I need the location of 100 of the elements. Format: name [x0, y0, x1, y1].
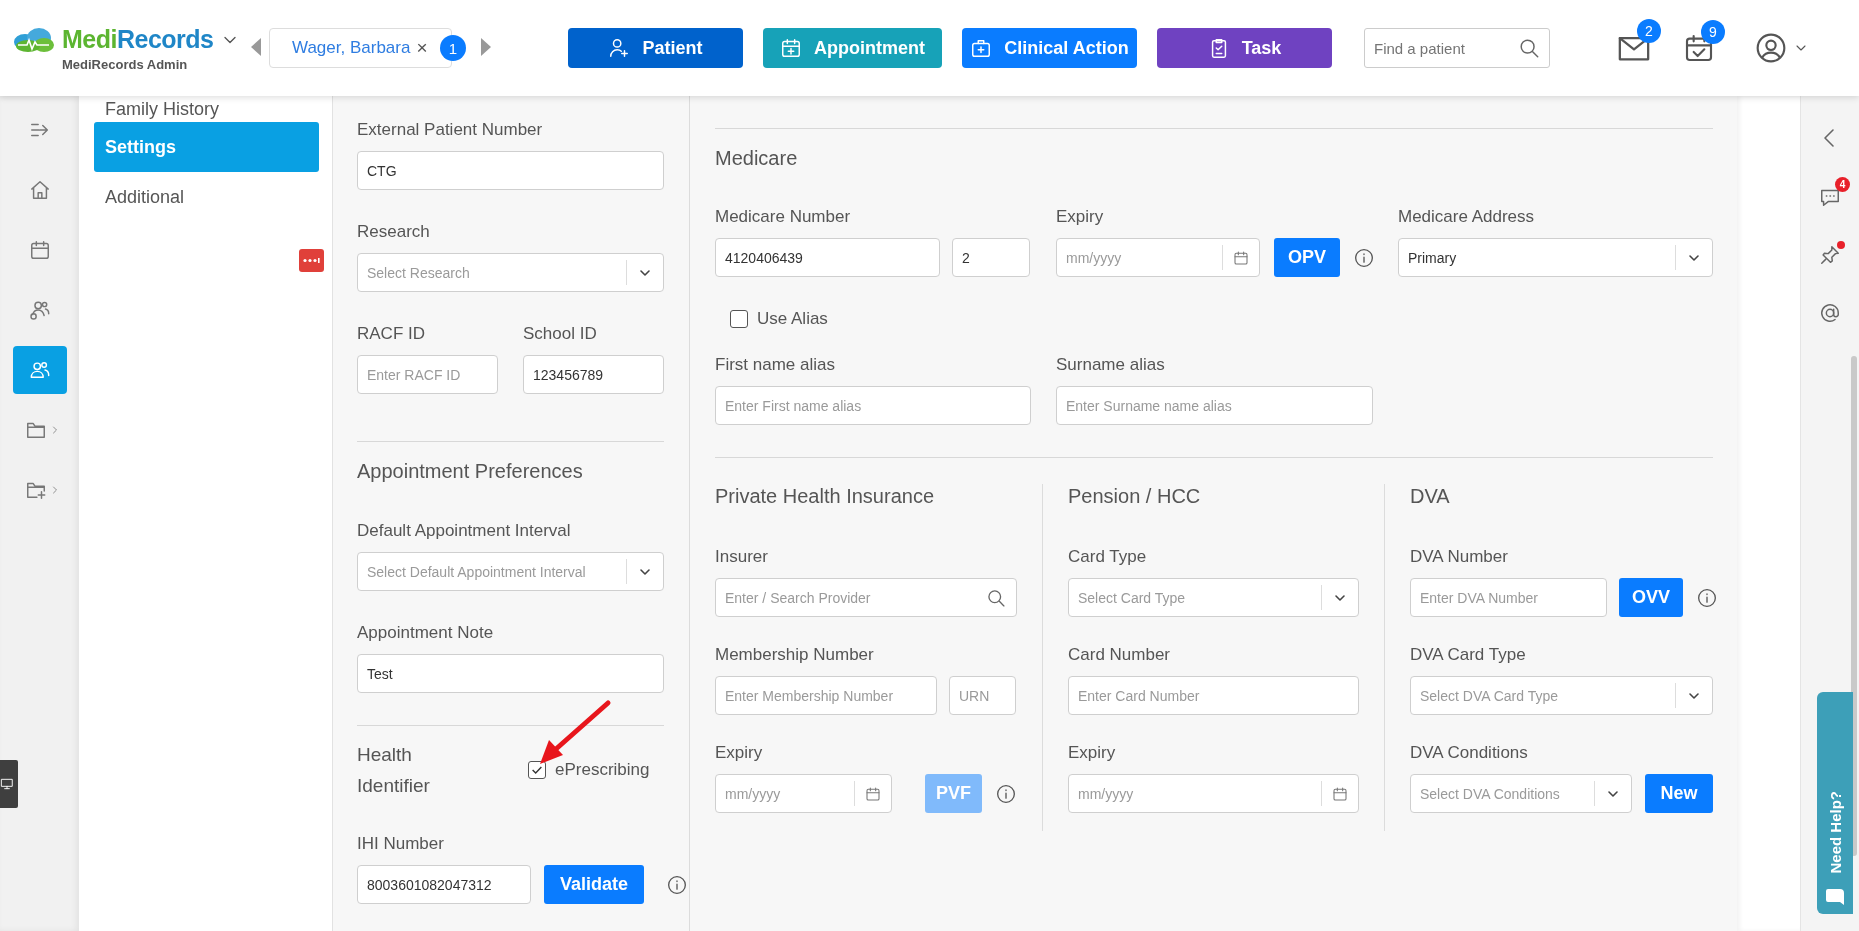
- select-field[interactable]: Select Research: [357, 253, 664, 292]
- field-label: DVA Number: [1410, 546, 1509, 568]
- field-label: DVA Card Type: [1410, 644, 1527, 666]
- mention-button[interactable]: [1819, 302, 1841, 324]
- info-icon[interactable]: [1697, 587, 1717, 608]
- field-label: Appointment Note: [357, 622, 495, 644]
- screen-button[interactable]: [0, 760, 18, 808]
- input-field[interactable]: Enter DVA Number: [1410, 578, 1607, 617]
- input-field[interactable]: Enter Card Number: [1068, 676, 1359, 715]
- info-icon[interactable]: [1354, 247, 1374, 268]
- home-icon: [29, 179, 51, 201]
- date-field[interactable]: mm/yyyy: [715, 774, 892, 813]
- section-heading: DVA: [1410, 484, 1451, 508]
- people-icon: [29, 359, 51, 381]
- field-label: IHI Number: [357, 833, 445, 855]
- field-label: Expiry: [1068, 742, 1117, 764]
- brand-subtitle: MediRecords Admin: [62, 56, 189, 72]
- sidebar-item[interactable]: [13, 346, 67, 394]
- input-field[interactable]: CTG: [357, 151, 664, 190]
- input-field[interactable]: URN: [949, 676, 1016, 715]
- select-field[interactable]: Select Card Type: [1068, 578, 1359, 617]
- field-label: Medicare Number: [715, 206, 852, 228]
- checkbox[interactable]: [528, 761, 546, 779]
- calendar-plus-icon: [780, 37, 802, 59]
- checkbox[interactable]: [730, 310, 748, 328]
- calendar-button[interactable]: 9: [1683, 20, 1725, 64]
- nav-item[interactable]: Additional: [94, 172, 319, 222]
- more-button[interactable]: [299, 249, 324, 272]
- action-button[interactable]: Clinical Action: [962, 28, 1137, 68]
- medical-kit-icon: [970, 37, 993, 59]
- search-field[interactable]: Enter / Search Provider: [715, 578, 1017, 617]
- search-field[interactable]: Find a patient: [1364, 28, 1550, 68]
- field-label: Insurer: [715, 546, 769, 568]
- input-field[interactable]: 4120406439: [715, 238, 940, 277]
- section-heading: Private Health Insurance: [715, 484, 935, 508]
- mail-button[interactable]: 2: [1617, 19, 1661, 65]
- input-field[interactable]: 8003601082047312: [357, 865, 531, 904]
- checkbox-label: Use Alias: [757, 309, 828, 329]
- section-heading: Medicare: [715, 146, 799, 170]
- calendar-icon: [29, 239, 51, 261]
- field-label: School ID: [523, 323, 598, 345]
- date-field[interactable]: mm/yyyy: [1068, 774, 1359, 813]
- field-label: Research: [357, 221, 431, 243]
- verify-button[interactable]: OVV: [1619, 578, 1683, 617]
- user-icon: [1755, 32, 1787, 64]
- select-field[interactable]: Select Default Appointment Interval: [357, 552, 664, 591]
- brand-name: MediRecords: [62, 25, 214, 54]
- action-button[interactable]: Task: [1157, 28, 1332, 68]
- info-icon[interactable]: [667, 874, 687, 895]
- section-heading: Appointment Preferences: [357, 459, 584, 483]
- section-heading: Health Identifier: [357, 743, 431, 798]
- count-badge: 2: [1637, 19, 1661, 43]
- calendar-icon: [865, 785, 881, 802]
- field-label: DVA Conditions: [1410, 742, 1529, 764]
- pin-icon: [1819, 244, 1841, 266]
- count-badge: 1: [440, 35, 466, 61]
- field-label: First name alias: [715, 354, 836, 376]
- calendar-icon: [1332, 785, 1348, 802]
- chat-bubble-icon: [1825, 888, 1845, 906]
- validate-button[interactable]: Validate: [544, 865, 644, 904]
- input-field[interactable]: 123456789: [523, 355, 664, 394]
- action-button[interactable]: Patient: [568, 28, 743, 68]
- field-label: Surname alias: [1056, 354, 1166, 376]
- select-field[interactable]: Select DVA Card Type: [1410, 676, 1713, 715]
- input-field[interactable]: Enter Membership Number: [715, 676, 937, 715]
- close-button[interactable]: ×: [416, 37, 428, 59]
- patient-name: Wager, Barbara: [292, 38, 411, 58]
- input-field[interactable]: Test: [357, 654, 664, 693]
- input-field[interactable]: Enter RACF ID: [357, 355, 498, 394]
- field-label: Expiry: [715, 742, 764, 764]
- search-icon: [986, 587, 1006, 608]
- select-field[interactable]: Select DVA Conditions: [1410, 774, 1632, 813]
- field-label: Expiry: [1056, 206, 1105, 228]
- input-field[interactable]: 2: [952, 238, 1030, 277]
- count-badge: 4: [1835, 177, 1850, 192]
- monitor-icon: [0, 777, 14, 791]
- section-heading: Pension / HCC: [1068, 484, 1202, 508]
- input-field[interactable]: Enter Surname name alias: [1056, 386, 1373, 425]
- verify-button[interactable]: OPV: [1274, 238, 1340, 277]
- field-label: Membership Number: [715, 644, 875, 666]
- field-label: Default Appointment Interval: [357, 520, 572, 542]
- field-label: Medicare Address: [1398, 206, 1536, 228]
- info-icon[interactable]: [996, 783, 1016, 804]
- calendar-icon: [1233, 249, 1249, 266]
- nav-item[interactable]: Family History: [94, 96, 319, 122]
- count-badge: 9: [1701, 20, 1725, 44]
- field-label: Card Number: [1068, 644, 1172, 666]
- new-button[interactable]: New: [1645, 774, 1713, 813]
- field-label: RACF ID: [357, 323, 426, 345]
- dots-icon: [303, 258, 320, 263]
- search-icon: [1518, 37, 1540, 59]
- person-plus-icon: [608, 37, 631, 59]
- at-sign-icon: [1819, 302, 1841, 324]
- date-field[interactable]: mm/yyyy: [1056, 238, 1260, 277]
- checkbox-label: ePrescribing: [555, 760, 650, 780]
- field-label: External Patient Number: [357, 119, 544, 141]
- people-icon: [29, 299, 51, 321]
- select-field[interactable]: Primary: [1398, 238, 1713, 277]
- field-label: Card Type: [1068, 546, 1148, 568]
- input-field[interactable]: Enter First name alias: [715, 386, 1031, 425]
